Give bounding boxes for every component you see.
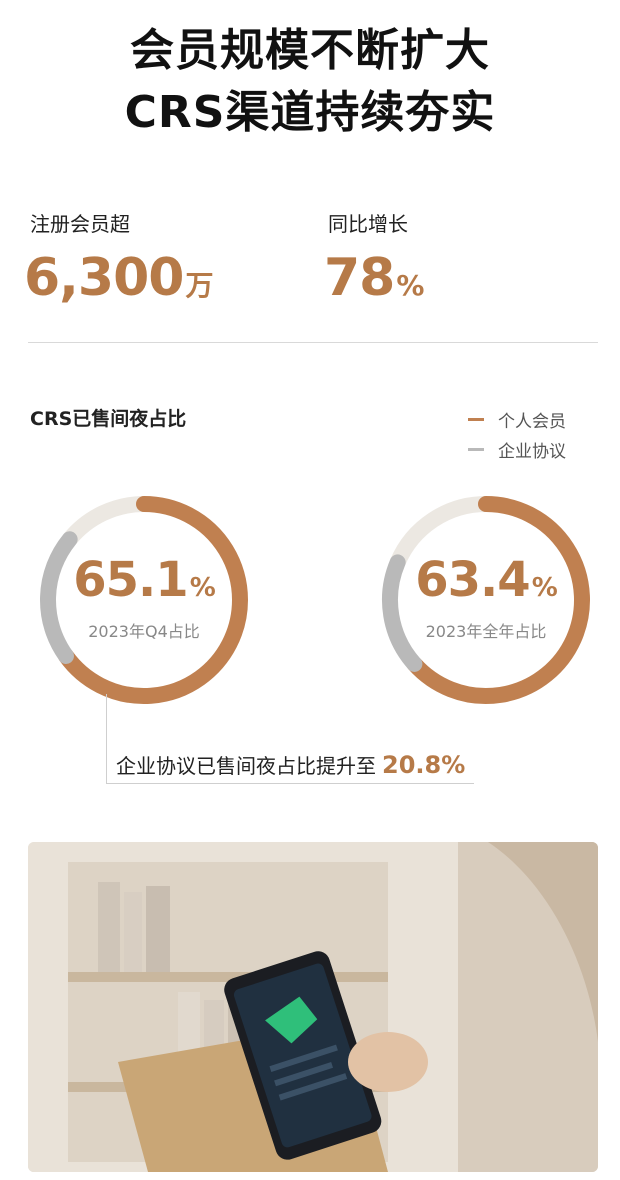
section-divider xyxy=(28,342,598,343)
book-2 xyxy=(124,892,142,972)
photo-illustration xyxy=(28,842,598,1172)
page-title-line-1: 会员规模不断扩大 xyxy=(130,25,490,76)
legend-item-personal: 个人会员 xyxy=(468,404,566,434)
donut-slice-other xyxy=(63,496,145,545)
stat-label-growth: 同比增长 xyxy=(328,212,408,236)
book-3 xyxy=(146,886,170,972)
stat-number-growth: 78 xyxy=(324,248,395,308)
stat-number-members: 6,300 xyxy=(24,248,184,308)
legend-label-personal: 个人会员 xyxy=(498,411,566,432)
stat-unit-growth: % xyxy=(396,269,424,302)
callout-text: 企业协议已售间夜占比提升至 xyxy=(116,754,376,778)
donut-center-unit-year: % xyxy=(531,573,558,603)
hand xyxy=(348,1032,428,1092)
donut-chart-year: 63.4% 2023年全年占比 xyxy=(376,490,596,710)
corporate-callout: 企业协议已售间夜占比提升至 20.8% xyxy=(116,750,465,779)
legend-swatch-corporate xyxy=(468,447,484,451)
section-title: CRS已售间夜占比 xyxy=(30,408,187,430)
donut-center-number-year: 63.4 xyxy=(415,552,530,608)
donut-caption-year: 2023年全年占比 xyxy=(425,622,547,641)
stat-value-growth: 78% xyxy=(324,248,424,308)
shelf-board-upper xyxy=(68,972,388,982)
callout-leader-vertical xyxy=(106,694,107,784)
stat-value-members: 6,300万 xyxy=(24,248,214,308)
promo-photo xyxy=(28,842,598,1172)
book-1 xyxy=(98,882,120,972)
legend-label-corporate: 企业协议 xyxy=(498,441,566,462)
donut-center-value-q4: 65.1% xyxy=(34,552,254,608)
donut-center-unit-q4: % xyxy=(189,573,216,603)
callout-value: 20.8% xyxy=(382,751,466,779)
donut-center-value-year: 63.4% xyxy=(376,552,596,608)
page-title-line-2: CRS渠道持续夯实 xyxy=(124,87,496,138)
callout-leader-horizontal xyxy=(106,783,474,784)
donut-chart-q4: 65.1% 2023年Q4占比 xyxy=(34,490,254,710)
stat-unit-members: 万 xyxy=(185,269,213,302)
stat-label-members: 注册会员超 xyxy=(30,212,130,236)
legend-swatch-personal xyxy=(468,417,484,421)
legend-item-corporate: 企业协议 xyxy=(468,434,566,464)
donut-center-number-q4: 65.1 xyxy=(73,552,188,608)
donut-caption-q4: 2023年Q4占比 xyxy=(88,622,200,641)
chart-legend: 个人会员 企业协议 xyxy=(468,404,566,464)
